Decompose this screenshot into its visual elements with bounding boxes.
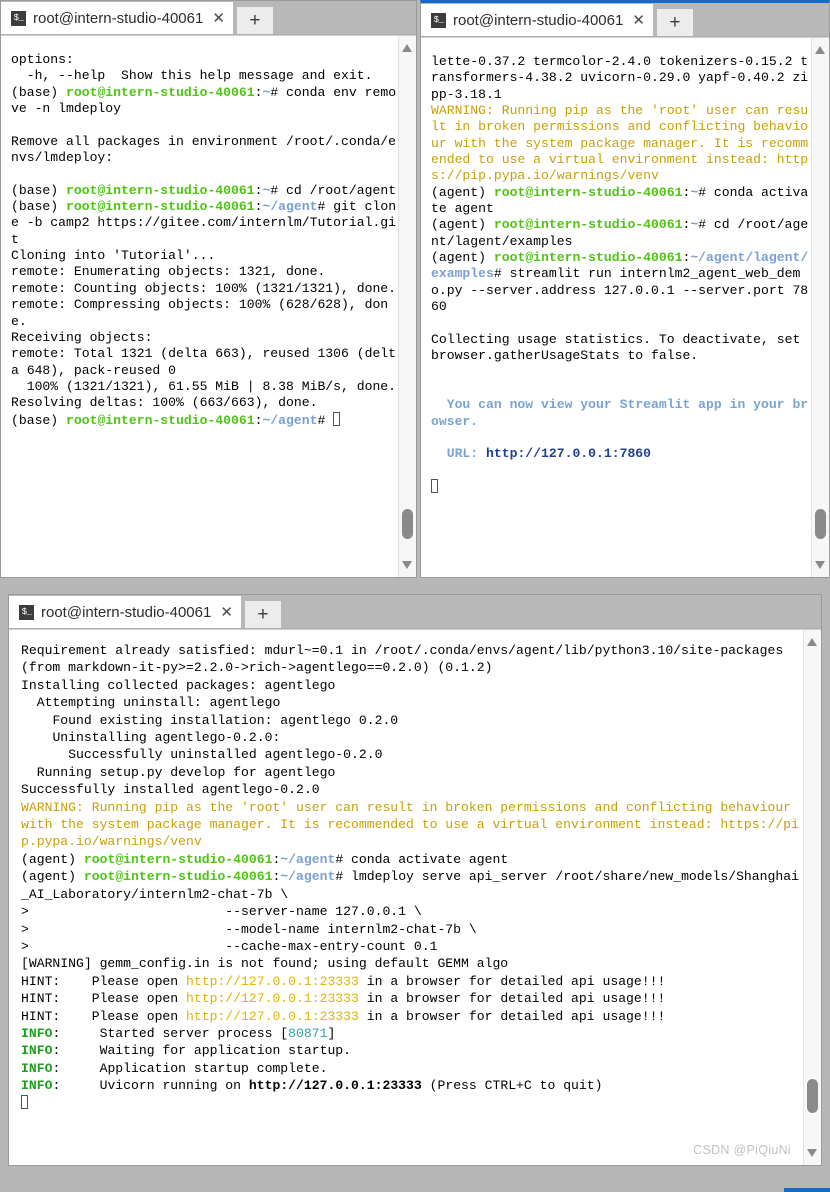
terminal-line: Found existing installation: agentlego 0… bbox=[21, 712, 399, 728]
terminal-line: remote: Counting objects: 100% (1321/132… bbox=[11, 280, 397, 296]
terminal-line: (agent) root@intern-studio-40061:~/agent… bbox=[21, 869, 799, 902]
terminal-line: (agent) root@intern-studio-40061:~/agent… bbox=[21, 851, 509, 867]
terminal-line: Uninstalling agentlego-0.2.0: bbox=[21, 730, 281, 746]
terminal-line: Running setup.py develop for agentlego bbox=[21, 764, 336, 780]
terminal-output-3[interactable]: Requirement already satisfied: mdurl~=0.… bbox=[9, 630, 803, 1165]
terminal-line: INFO: Waiting for application startup. bbox=[21, 1043, 352, 1059]
terminal-body-3: Requirement already satisfied: mdurl~=0.… bbox=[9, 629, 821, 1165]
terminal-body-1: options: -h, --help Show this help messa… bbox=[1, 35, 416, 577]
terminal-line: INFO: Uvicorn running on http://127.0.0.… bbox=[21, 1078, 603, 1094]
tab-title: root@intern-studio-40061 bbox=[453, 12, 624, 29]
tabbar-1: $_ root@intern-studio-40061 ✕ + bbox=[1, 1, 416, 35]
terminal-line: (agent) root@intern-studio-40061:~/agent… bbox=[431, 250, 809, 315]
terminal-line: You can now view your Streamlit app in y… bbox=[431, 397, 809, 429]
close-icon[interactable]: ✕ bbox=[210, 11, 227, 26]
scrollbar-2[interactable] bbox=[811, 38, 829, 577]
terminal-line: [WARNING] gemm_config.in is not found; u… bbox=[21, 956, 509, 972]
terminal-line bbox=[431, 478, 811, 496]
terminal-line: WARNING: Running pip as the 'root' user … bbox=[431, 103, 809, 184]
terminal-body-2: lette-0.37.2 termcolor-2.4.0 tokenizers-… bbox=[421, 37, 829, 577]
terminal-line bbox=[21, 1094, 803, 1112]
scroll-thumb[interactable] bbox=[807, 1079, 818, 1113]
terminal-line: (base) root@intern-studio-40061:~# cd /r… bbox=[11, 182, 397, 198]
terminal-line: HINT: Please open http://127.0.0.1:23333… bbox=[21, 991, 666, 1007]
terminal-cursor bbox=[333, 411, 341, 426]
bottom-accent-bar bbox=[784, 1188, 830, 1192]
terminal-line: > --server-name 127.0.0.1 \ bbox=[21, 904, 422, 920]
terminal-icon: $_ bbox=[11, 11, 26, 26]
terminal-line: Remove all packages in environment /root… bbox=[11, 133, 397, 166]
terminal-output-1[interactable]: options: -h, --help Show this help messa… bbox=[1, 36, 398, 577]
scroll-up-arrow[interactable] bbox=[402, 44, 412, 52]
scrollbar-1[interactable] bbox=[398, 36, 416, 577]
terminal-line: (agent) root@intern-studio-40061:~# cd /… bbox=[431, 217, 809, 249]
scroll-thumb[interactable] bbox=[402, 509, 413, 539]
new-tab-button[interactable]: + bbox=[244, 601, 281, 629]
terminal-line: remote: Total 1321 (delta 663), reused 1… bbox=[11, 346, 397, 378]
terminal-line: WARNING: Running pip as the 'root' user … bbox=[21, 799, 799, 850]
terminal-window-1[interactable]: $_ root@intern-studio-40061 ✕ + options:… bbox=[0, 0, 417, 578]
terminal-line: HINT: Please open http://127.0.0.1:23333… bbox=[21, 973, 666, 989]
terminal-line: URL: http://127.0.0.1:7860 bbox=[431, 446, 652, 462]
scroll-down-arrow[interactable] bbox=[402, 561, 412, 569]
tab-terminal-2[interactable]: $_ root@intern-studio-40061 ✕ bbox=[421, 4, 653, 37]
terminal-line: (base) root@intern-studio-40061:~# conda… bbox=[11, 84, 397, 117]
terminal-window-3[interactable]: $_ root@intern-studio-40061 ✕ + Requirem… bbox=[8, 594, 822, 1166]
terminal-line: HINT: Please open http://127.0.0.1:23333… bbox=[21, 1008, 666, 1024]
tab-terminal-1[interactable]: $_ root@intern-studio-40061 ✕ bbox=[1, 2, 233, 35]
scroll-thumb[interactable] bbox=[815, 509, 826, 539]
terminal-line: Resolving deltas: 100% (663/663), done. bbox=[11, 395, 318, 411]
watermark: CSDN @PiQiuNi bbox=[693, 1143, 791, 1157]
scroll-down-arrow[interactable] bbox=[807, 1149, 817, 1157]
terminal-line: Collecting usage statistics. To deactiva… bbox=[431, 331, 809, 364]
terminal-line: Receiving objects: bbox=[11, 329, 153, 345]
terminal-icon: $_ bbox=[431, 13, 446, 28]
tab-terminal-3[interactable]: $_ root@intern-studio-40061 ✕ bbox=[9, 596, 241, 629]
terminal-line: Successfully installed agentlego-0.2.0 bbox=[21, 782, 320, 798]
new-tab-button[interactable]: + bbox=[236, 7, 273, 35]
tab-title: root@intern-studio-40061 bbox=[41, 604, 212, 621]
scroll-down-arrow[interactable] bbox=[815, 561, 825, 569]
terminal-icon: $_ bbox=[19, 605, 34, 620]
terminal-line: remote: Enumerating objects: 1321, done. bbox=[11, 264, 326, 280]
page-bottom-strip bbox=[0, 1166, 830, 1192]
terminal-line: (base) root@intern-studio-40061:~/agent# bbox=[11, 411, 398, 429]
close-icon[interactable]: ✕ bbox=[630, 13, 647, 28]
terminal-output-2[interactable]: lette-0.37.2 termcolor-2.4.0 tokenizers-… bbox=[421, 38, 811, 577]
tabbar-3: $_ root@intern-studio-40061 ✕ + bbox=[9, 595, 821, 629]
terminal-line: > --model-name internlm2-chat-7b \ bbox=[21, 921, 477, 937]
terminal-cursor bbox=[21, 1094, 28, 1109]
terminal-line: remote: Compressing objects: 100% (628/6… bbox=[11, 297, 389, 329]
terminal-line: Successfully uninstalled agentlego-0.2.0 bbox=[21, 747, 383, 763]
terminal-line: Requirement already satisfied: mdurl~=0.… bbox=[21, 643, 792, 676]
terminal-line: (agent) root@intern-studio-40061:~# cond… bbox=[431, 184, 809, 217]
terminal-line: (base) root@intern-studio-40061:~/agent#… bbox=[11, 199, 397, 247]
terminal-line: Cloning into 'Tutorial'... bbox=[11, 248, 216, 264]
terminal-line: lette-0.37.2 termcolor-2.4.0 tokenizers-… bbox=[431, 54, 809, 102]
terminal-line: -h, --help Show this help message and ex… bbox=[11, 68, 373, 84]
terminal-line: INFO: Application startup complete. bbox=[21, 1060, 328, 1076]
terminal-line: options: bbox=[11, 52, 74, 67]
terminal-line: 100% (1321/1321), 61.55 MiB | 8.38 MiB/s… bbox=[11, 378, 397, 394]
terminal-line: Attempting uninstall: agentlego bbox=[21, 695, 281, 711]
terminal-line: INFO: Started server process [80871] bbox=[21, 1025, 336, 1041]
tab-title: root@intern-studio-40061 bbox=[33, 10, 204, 27]
scroll-up-arrow[interactable] bbox=[815, 46, 825, 54]
tabbar-2: $_ root@intern-studio-40061 ✕ + bbox=[421, 3, 829, 37]
terminal-cursor bbox=[431, 478, 438, 493]
terminal-window-2[interactable]: $_ root@intern-studio-40061 ✕ + lette-0.… bbox=[420, 0, 830, 578]
close-icon[interactable]: ✕ bbox=[218, 605, 235, 620]
new-tab-button[interactable]: + bbox=[656, 9, 693, 37]
scrollbar-3[interactable] bbox=[803, 630, 821, 1165]
terminal-line: > --cache-max-entry-count 0.1 bbox=[21, 938, 438, 954]
scroll-up-arrow[interactable] bbox=[807, 638, 817, 646]
terminal-line: Installing collected packages: agentlego bbox=[21, 677, 336, 693]
